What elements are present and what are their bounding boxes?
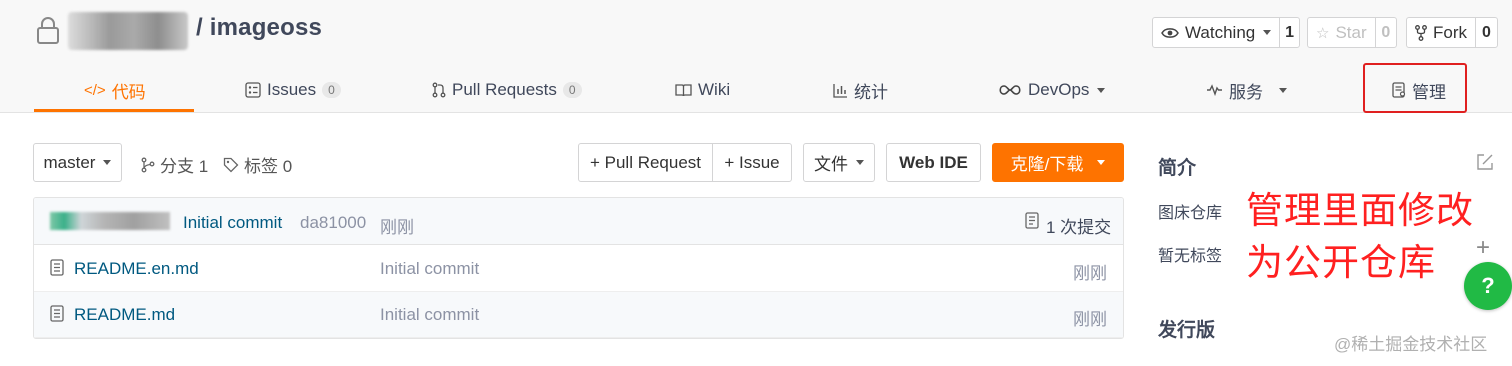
- tag-icon: [223, 157, 239, 172]
- chevron-down-icon: [1279, 87, 1287, 93]
- releases-title: 发行版: [1158, 320, 1216, 341]
- file-commit-time: 刚刚: [1073, 264, 1107, 283]
- tab-wiki-label: Wiki: [698, 80, 731, 99]
- chevron-down-icon: [1097, 87, 1106, 93]
- branches-link[interactable]: 分支 1: [141, 152, 208, 177]
- chevron-down-icon: [1263, 30, 1272, 35]
- branch-icon: [141, 157, 155, 172]
- watching-label: Watching: [1185, 22, 1256, 42]
- tab-issues-label: Issues: [267, 80, 317, 99]
- file-commit-message[interactable]: Initial commit: [380, 305, 479, 325]
- commits-count-link[interactable]: 1 次提交: [1046, 213, 1111, 238]
- file-icon: [50, 259, 64, 276]
- lock-icon: [37, 17, 59, 44]
- pull-request-icon: [432, 82, 446, 98]
- tab-code[interactable]: </> 代码: [84, 68, 146, 112]
- fork-count[interactable]: 0: [1475, 18, 1497, 47]
- annotation-line-1: 管理里面修改: [1246, 190, 1474, 231]
- branches-label: 分支 1: [160, 157, 209, 176]
- tab-pull-requests-label: Pull Requests: [452, 80, 557, 99]
- latest-commit-time: 刚刚: [380, 218, 414, 237]
- latest-commit-hash[interactable]: da81000: [300, 213, 366, 233]
- branch-select[interactable]: master: [33, 143, 122, 182]
- file-row[interactable]: README.md Initial commit 刚刚: [34, 292, 1123, 338]
- web-ide-label: Web IDE: [899, 152, 968, 172]
- owner-name-redacted: [68, 12, 188, 50]
- chevron-down-icon: [103, 160, 112, 165]
- help-button[interactable]: ?: [1464, 262, 1512, 310]
- watching-button[interactable]: Watching 1: [1152, 17, 1300, 48]
- eye-icon: [1161, 27, 1179, 38]
- tab-issues[interactable]: Issues 0: [245, 68, 341, 112]
- watching-count[interactable]: 1: [1279, 18, 1299, 47]
- star-button[interactable]: ☆ Star 0: [1307, 17, 1397, 48]
- tab-service[interactable]: 服务: [1206, 68, 1287, 112]
- new-issue-button[interactable]: + Issue: [712, 143, 792, 182]
- stats-icon: [833, 83, 847, 98]
- file-name[interactable]: README.md: [74, 305, 175, 325]
- star-label: Star: [1335, 22, 1367, 42]
- file-commit-time: 刚刚: [1073, 310, 1107, 329]
- annotation-line-2: 为公开仓库: [1246, 242, 1436, 283]
- new-issue-label: + Issue: [724, 152, 780, 172]
- watermark: @稀土掘金技术社区: [1334, 335, 1488, 354]
- tags-label: 标签 0: [244, 157, 293, 176]
- fork-label: Fork: [1433, 22, 1467, 42]
- file-commit-message[interactable]: Initial commit: [380, 259, 479, 279]
- clone-download-button[interactable]: 克隆/下载: [992, 143, 1124, 182]
- intro-title: 简介: [1158, 158, 1197, 179]
- star-count[interactable]: 0: [1374, 18, 1396, 47]
- file-name[interactable]: README.en.md: [74, 259, 199, 279]
- no-tags-text: 暂无标签: [1158, 248, 1223, 265]
- commits-icon: [1025, 212, 1039, 229]
- web-ide-button[interactable]: Web IDE: [886, 143, 981, 182]
- file-menu-label: 文件: [814, 155, 848, 174]
- devops-icon: [999, 85, 1021, 95]
- latest-commit-row: Initial commit da81000 刚刚 1 次提交: [34, 198, 1123, 245]
- repo-description: 图床仓库: [1158, 205, 1223, 222]
- add-tag-icon[interactable]: +: [1476, 236, 1490, 260]
- tab-devops-label: DevOps: [1028, 80, 1090, 99]
- pull-requests-count-badge: 0: [562, 82, 582, 98]
- wiki-icon: [675, 84, 692, 97]
- tab-code-label: 代码: [111, 82, 146, 102]
- file-menu-button[interactable]: 文件: [803, 143, 875, 182]
- tab-stats-label: 统计: [854, 82, 888, 102]
- pulse-icon: [1207, 84, 1222, 96]
- clone-download-label: 克隆/下载: [1010, 155, 1084, 174]
- new-pull-request-label: + Pull Request: [589, 152, 702, 172]
- tab-service-label: 服务: [1229, 82, 1263, 102]
- new-pull-request-button[interactable]: + Pull Request: [578, 143, 713, 182]
- repo-name[interactable]: / imageoss: [196, 14, 322, 42]
- tags-link[interactable]: 标签 0: [223, 152, 292, 177]
- file-row[interactable]: README.en.md Initial commit 刚刚: [34, 246, 1123, 292]
- tab-stats[interactable]: 统计: [833, 68, 888, 112]
- chevron-down-icon: [1097, 160, 1106, 165]
- code-icon: </>: [84, 81, 106, 99]
- star-icon: ☆: [1316, 24, 1330, 42]
- tab-devops[interactable]: DevOps: [998, 68, 1106, 112]
- tab-wiki[interactable]: Wiki: [675, 68, 730, 112]
- issues-icon: [245, 82, 261, 98]
- file-icon: [50, 305, 64, 322]
- branch-label: master: [43, 152, 96, 172]
- active-tab-indicator: [34, 109, 194, 112]
- manage-highlight-box: [1363, 63, 1467, 113]
- edit-icon[interactable]: [1476, 153, 1494, 171]
- tab-pull-requests[interactable]: Pull Requests 0: [432, 68, 582, 112]
- author-redacted: [50, 212, 170, 230]
- latest-commit-message[interactable]: Initial commit: [183, 213, 282, 233]
- chevron-down-icon: [856, 160, 864, 165]
- issues-count-badge: 0: [322, 82, 341, 98]
- fork-button[interactable]: Fork 0: [1406, 17, 1498, 48]
- fork-icon: [1415, 24, 1427, 41]
- file-list: Initial commit da81000 刚刚 1 次提交 README.e…: [33, 197, 1124, 339]
